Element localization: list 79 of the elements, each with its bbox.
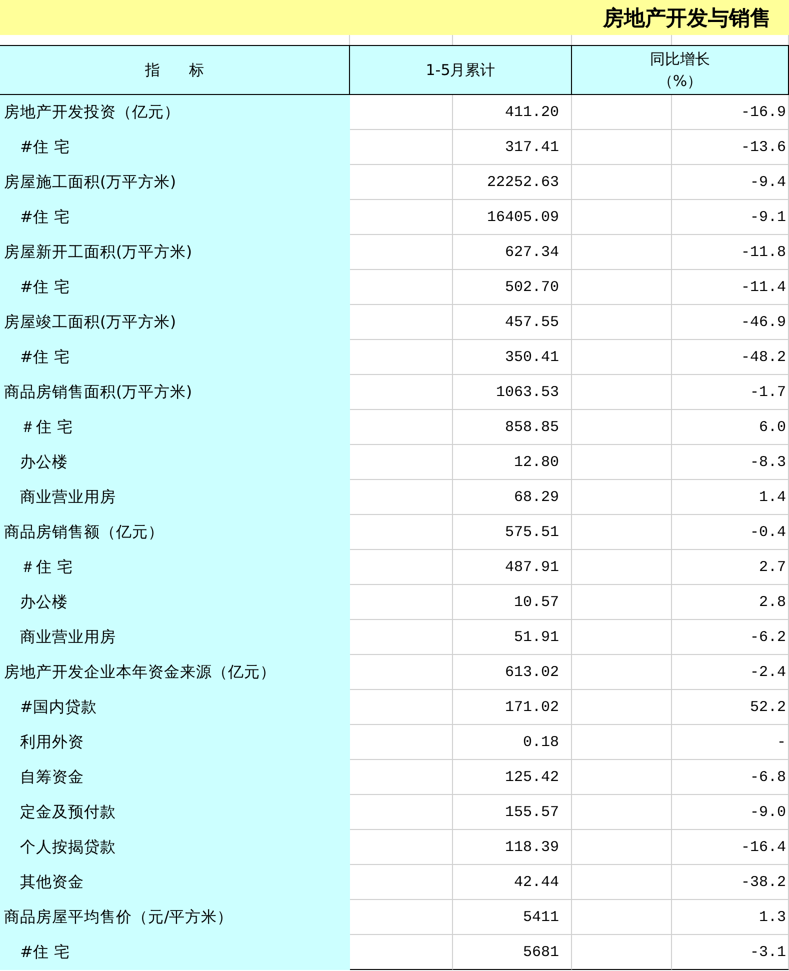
table-cell: 1.3 [672, 900, 789, 935]
row-label: 商品房销售额（亿元） [0, 515, 350, 550]
table-cell: -46.9 [672, 305, 789, 340]
table-cell: 22252.63 [453, 165, 572, 200]
table-cell: 52.2 [672, 690, 789, 725]
row-label: 其他资金 [0, 865, 350, 900]
row-label: ＃住 宅 [0, 410, 350, 445]
table-cell: -11.8 [672, 235, 789, 270]
table-cell: -38.2 [672, 865, 789, 900]
table-cell: 2.7 [672, 550, 789, 585]
row-label: ＃住 宅 [0, 550, 350, 585]
table-cell: 627.34 [453, 235, 572, 270]
row-label: 办公楼 [0, 585, 350, 620]
table-cell: -6.8 [672, 760, 789, 795]
column-header: 指 标 [0, 45, 350, 95]
table-cell: 613.02 [453, 655, 572, 690]
row-label: 房屋新开工面积(万平方米) [0, 235, 350, 270]
table-cell: 16405.09 [453, 200, 572, 235]
table-cell: 5681 [453, 935, 572, 970]
table-cell: 171.02 [453, 690, 572, 725]
table-cell: -16.9 [672, 95, 789, 130]
column-header: 同比增长 （%） [572, 45, 789, 95]
table-cell: -48.2 [672, 340, 789, 375]
table-cell: -2.4 [672, 655, 789, 690]
table-cell: -16.4 [672, 830, 789, 865]
table-cell: 12.80 [453, 445, 572, 480]
table-cell: 858.85 [453, 410, 572, 445]
table-cell: 42.44 [453, 865, 572, 900]
table-cell: -0.4 [672, 515, 789, 550]
table-cell: 125.42 [453, 760, 572, 795]
table-cell: -6.2 [672, 620, 789, 655]
row-label: 房地产开发投资（亿元） [0, 95, 350, 130]
table-cell: 1063.53 [453, 375, 572, 410]
table-cell: 0.18 [453, 725, 572, 760]
table-cell: 317.41 [453, 130, 572, 165]
table-cell: 575.51 [453, 515, 572, 550]
row-label: #住 宅 [0, 130, 350, 165]
row-label: #住 宅 [0, 200, 350, 235]
row-label: 商业营业用房 [0, 480, 350, 515]
table-cell: 68.29 [453, 480, 572, 515]
row-label: 自筹资金 [0, 760, 350, 795]
row-label: 个人按揭贷款 [0, 830, 350, 865]
table-cell: 2.8 [672, 585, 789, 620]
table-cell: -13.6 [672, 130, 789, 165]
row-label: #国内贷款 [0, 690, 350, 725]
table-cell: -9.1 [672, 200, 789, 235]
table-cell: 411.20 [453, 95, 572, 130]
table-cell: 457.55 [453, 305, 572, 340]
row-label: 商品房屋平均售价（元/平方米） [0, 900, 350, 935]
row-label: #住 宅 [0, 340, 350, 375]
table-cell: -9.4 [672, 165, 789, 200]
table-cell: -9.0 [672, 795, 789, 830]
sheet-title: 房地产开发与销售 [603, 4, 771, 32]
table-cell: 10.57 [453, 585, 572, 620]
column-header: 1-5月累计 [350, 45, 572, 95]
table-cell: - [672, 725, 789, 760]
row-label: 办公楼 [0, 445, 350, 480]
table-cell: 1.4 [672, 480, 789, 515]
table-cell: -1.7 [672, 375, 789, 410]
row-label: 房屋施工面积(万平方米) [0, 165, 350, 200]
table-cell: -8.3 [672, 445, 789, 480]
row-label: 房地产开发企业本年资金来源（亿元） [0, 655, 350, 690]
table-cell: 487.91 [453, 550, 572, 585]
table-cell: 350.41 [453, 340, 572, 375]
row-label: 商业营业用房 [0, 620, 350, 655]
row-label: 利用外资 [0, 725, 350, 760]
table-cell: 51.91 [453, 620, 572, 655]
table-cell: 6.0 [672, 410, 789, 445]
table-cell: 502.70 [453, 270, 572, 305]
table-cell: 118.39 [453, 830, 572, 865]
table-cell: -11.4 [672, 270, 789, 305]
row-label: #住 宅 [0, 270, 350, 305]
table-cell: 155.57 [453, 795, 572, 830]
row-label: #住 宅 [0, 935, 350, 970]
table-cell: 5411 [453, 900, 572, 935]
row-label: 商品房销售面积(万平方米) [0, 375, 350, 410]
table-cell: -3.1 [672, 935, 789, 970]
row-label: 定金及预付款 [0, 795, 350, 830]
row-label: 房屋竣工面积(万平方米) [0, 305, 350, 340]
